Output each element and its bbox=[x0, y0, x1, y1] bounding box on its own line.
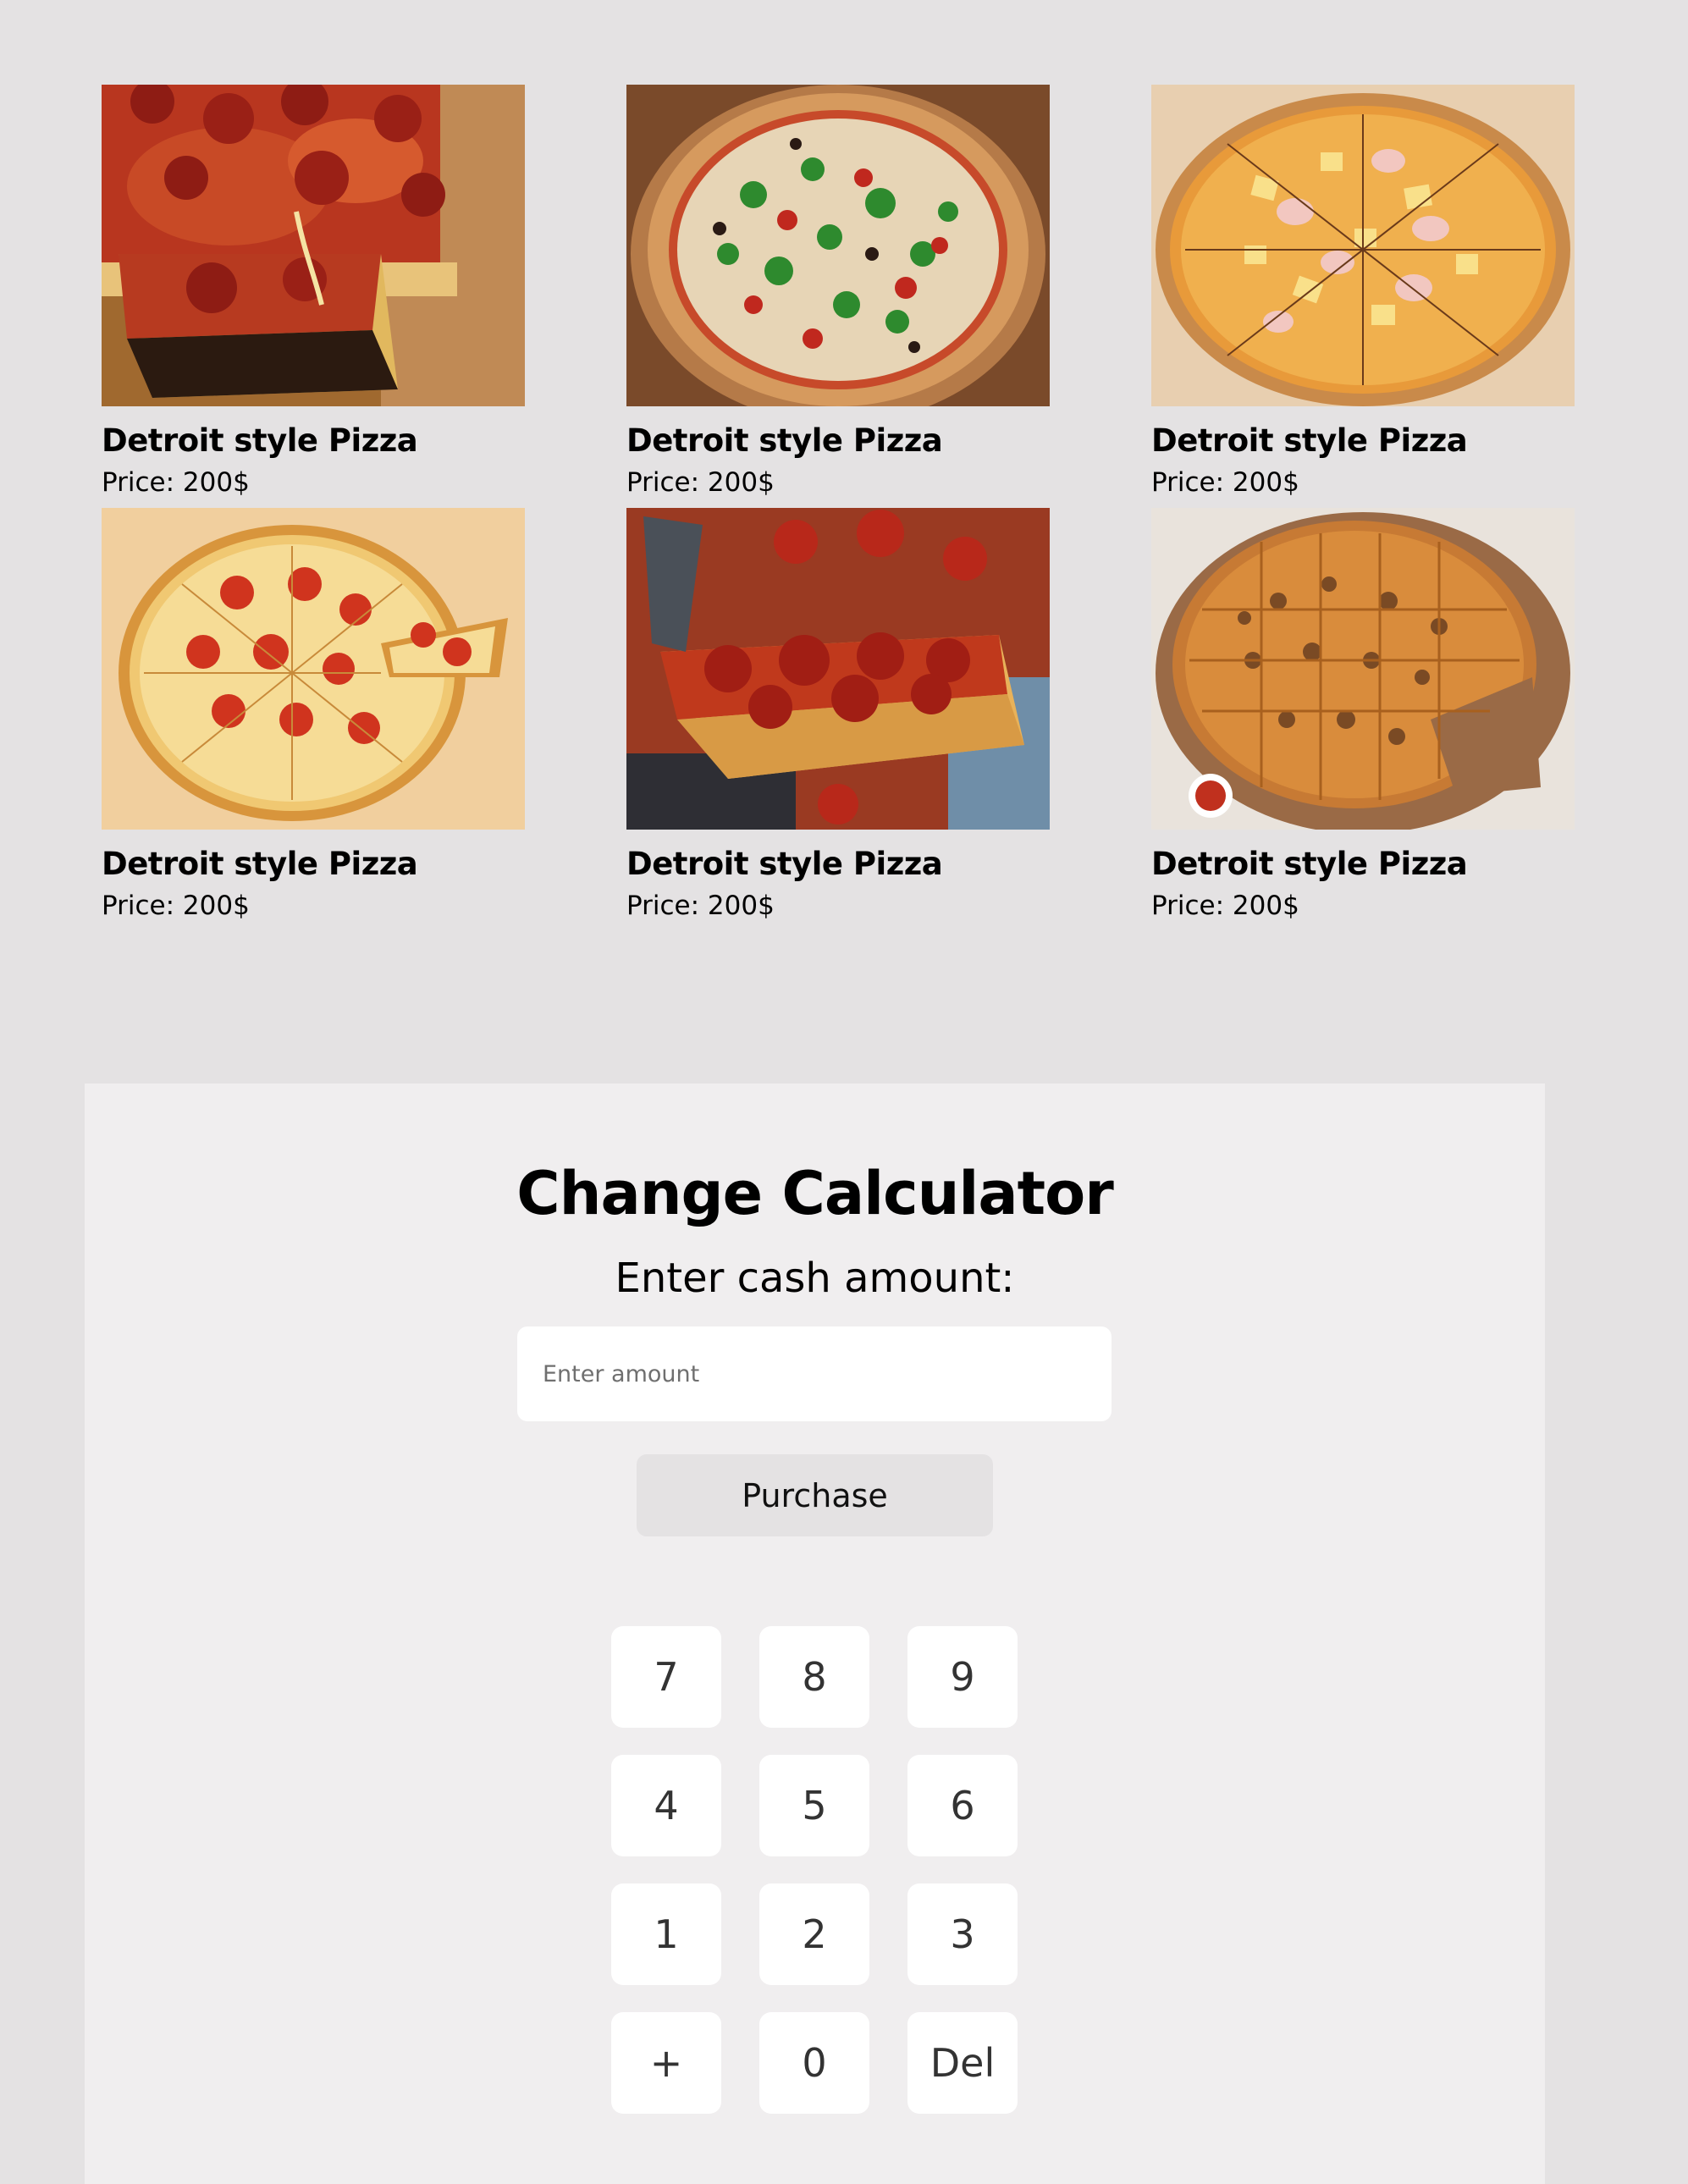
product-name: Detroit style Pizza bbox=[626, 846, 943, 882]
pizza-image bbox=[102, 85, 525, 406]
cash-amount-input[interactable] bbox=[517, 1326, 1112, 1421]
pizza-image bbox=[1151, 85, 1575, 406]
key-0[interactable]: 0 bbox=[759, 2012, 869, 2114]
key-delete[interactable]: Del bbox=[907, 2012, 1018, 2114]
key-plus[interactable]: + bbox=[611, 2012, 721, 2114]
product-card[interactable]: Detroit style Pizza Price: 200$ bbox=[102, 508, 525, 931]
keypad: 7 8 9 4 5 6 1 2 3 + 0 Del bbox=[611, 1626, 1018, 2114]
product-price: Price: 200$ bbox=[626, 467, 775, 498]
key-4[interactable]: 4 bbox=[611, 1755, 721, 1856]
product-name: Detroit style Pizza bbox=[1151, 846, 1468, 882]
calculator-title: Change Calculator bbox=[516, 1159, 1113, 1228]
key-9[interactable]: 9 bbox=[907, 1626, 1018, 1728]
purchase-button[interactable]: Purchase bbox=[637, 1454, 993, 1536]
product-price: Price: 200$ bbox=[1151, 467, 1299, 498]
product-name: Detroit style Pizza bbox=[102, 422, 418, 459]
product-card[interactable]: Detroit style Pizza Price: 200$ bbox=[626, 508, 1050, 931]
product-card[interactable]: Detroit style Pizza Price: 200$ bbox=[1151, 85, 1575, 508]
key-1[interactable]: 1 bbox=[611, 1883, 721, 1985]
product-price: Price: 200$ bbox=[626, 891, 775, 921]
cash-amount-label: Enter cash amount: bbox=[615, 1255, 1015, 1302]
pizza-image bbox=[626, 85, 1050, 406]
product-card[interactable]: Detroit style Pizza Price: 200$ bbox=[1151, 508, 1575, 931]
pizza-image bbox=[1151, 508, 1575, 830]
key-2[interactable]: 2 bbox=[759, 1883, 869, 1985]
product-price: Price: 200$ bbox=[102, 467, 250, 498]
product-card[interactable]: Detroit style Pizza Price: 200$ bbox=[102, 85, 525, 508]
key-7[interactable]: 7 bbox=[611, 1626, 721, 1728]
pizza-image bbox=[102, 508, 525, 830]
key-8[interactable]: 8 bbox=[759, 1626, 869, 1728]
change-calculator-panel: Change Calculator Enter cash amount: Pur… bbox=[85, 1084, 1545, 2184]
product-price: Price: 200$ bbox=[102, 891, 250, 921]
product-grid: Detroit style Pizza Price: 200$ Detroit … bbox=[102, 85, 1575, 931]
key-3[interactable]: 3 bbox=[907, 1883, 1018, 1985]
product-card[interactable]: Detroit style Pizza Price: 200$ bbox=[626, 85, 1050, 508]
key-6[interactable]: 6 bbox=[907, 1755, 1018, 1856]
key-5[interactable]: 5 bbox=[759, 1755, 869, 1856]
product-name: Detroit style Pizza bbox=[102, 846, 418, 882]
product-name: Detroit style Pizza bbox=[626, 422, 943, 459]
pizza-image bbox=[626, 508, 1050, 830]
product-name: Detroit style Pizza bbox=[1151, 422, 1468, 459]
product-price: Price: 200$ bbox=[1151, 891, 1299, 921]
